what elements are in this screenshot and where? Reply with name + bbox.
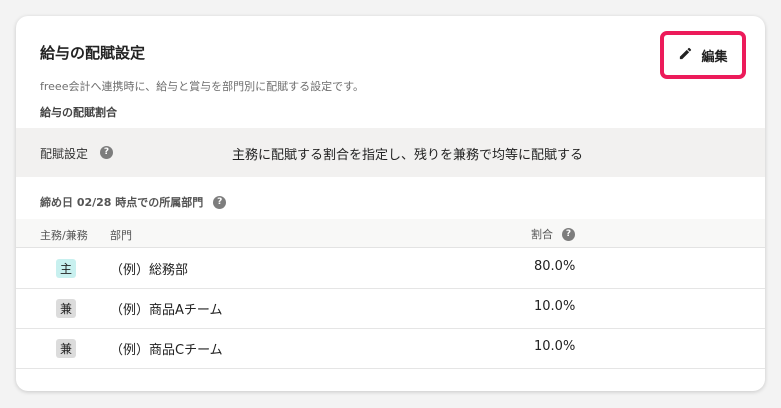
allocation-ratio: 10.0% (534, 339, 576, 354)
question-circle-icon[interactable]: ? (562, 227, 575, 241)
role-badge-main: 主 (56, 259, 76, 278)
header-role: 主務/兼務 (40, 229, 88, 242)
question-circle-icon[interactable]: ? (213, 195, 227, 209)
pencil-icon (678, 46, 693, 65)
department-name: （例）総務部 (110, 263, 189, 278)
edit-button[interactable]: 編集 (660, 31, 746, 79)
question-circle-icon[interactable]: ? (100, 146, 113, 159)
department-section-title: 締め日 02/28 時点での所属部門 ? (40, 194, 227, 210)
edit-button-label: 編集 (701, 49, 728, 65)
department-name: （例）商品Cチーム (110, 343, 223, 358)
allocation-ratio: 80.0% (534, 259, 576, 274)
payroll-allocation-card: 給与の配賦設定 編集 freee会計へ連携時に、給与と賞与を部門別に配賦する設定… (16, 16, 765, 391)
table-row: 主 （例）総務部 80.0% (16, 248, 765, 289)
allocation-ratio: 10.0% (534, 299, 576, 314)
allocation-setting-value: 主務に配賦する割合を指定し、残りを兼務で均等に配賦する (232, 148, 584, 163)
header-ratio: 割合 ? (531, 226, 575, 242)
header-department: 部門 (110, 229, 132, 242)
department-table-header: 主務/兼務 部門 割合 ? (16, 219, 765, 248)
department-name: （例）商品Aチーム (110, 303, 223, 318)
allocation-setting-label: 配賦設定 (40, 147, 89, 161)
card-title: 給与の配賦設定 (40, 44, 146, 62)
table-row: 兼 （例）商品Cチーム 10.0% (16, 328, 765, 369)
table-row: 兼 （例）商品Aチーム 10.0% (16, 288, 765, 329)
role-badge-sub: 兼 (56, 299, 76, 318)
card-description: freee会計へ連携時に、給与と賞与を部門別に配賦する設定です。 (40, 80, 365, 93)
header-ratio-text: 割合 (531, 228, 553, 241)
section-label: 給与の配賦割合 (40, 106, 117, 119)
department-section-title-text: 締め日 02/28 時点での所属部門 (40, 196, 204, 209)
allocation-setting-row: 配賦設定 ? 主務に配賦する割合を指定し、残りを兼務で均等に配賦する (16, 128, 765, 177)
role-badge-sub: 兼 (56, 339, 76, 358)
